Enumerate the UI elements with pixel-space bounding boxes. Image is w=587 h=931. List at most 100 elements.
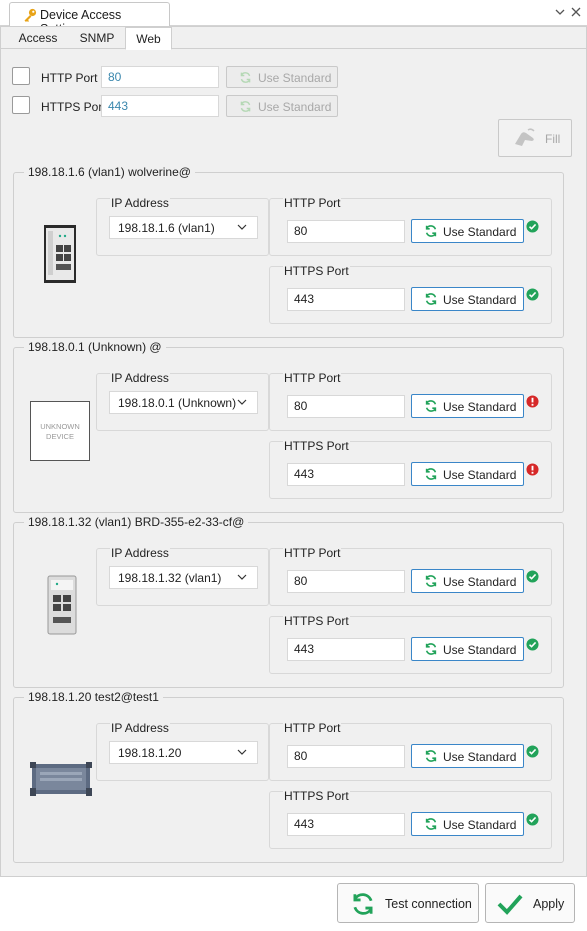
settings-panel: Access SNMP Web HTTP Port 80 Use Standar… xyxy=(0,26,587,877)
tab-snmp[interactable]: SNMP xyxy=(67,27,127,49)
https-use-standard-button[interactable]: Use Standard xyxy=(411,287,524,311)
rugged-router-icon xyxy=(30,762,92,796)
device-title: 198.18.1.32 (vlan1) BRD-355-e2-33-cf@ xyxy=(24,515,249,529)
https-port-label: HTTPS Port xyxy=(283,789,350,803)
device-group: 198.18.1.6 (vlan1) wolverine@ IP Address… xyxy=(13,165,564,338)
https-port-checkbox[interactable] xyxy=(12,96,30,114)
ip-address-box: IP Address 198.18.0.1 (Unknown) xyxy=(96,371,269,431)
test-connection-button[interactable]: Test connection xyxy=(337,883,479,923)
tab-strip: Access SNMP Web xyxy=(1,27,586,50)
ip-address-label: IP Address xyxy=(110,371,170,385)
https-port-input[interactable]: 443 xyxy=(101,95,219,117)
check-ok-icon xyxy=(526,570,539,583)
https-port-label: HTTPS Port xyxy=(283,614,350,628)
https-port-label: HTTPS Port xyxy=(283,439,350,453)
http-port-label: HTTP Port xyxy=(41,71,98,85)
https-use-standard-button[interactable]: Use Standard xyxy=(411,637,524,661)
ip-address-value: 198.18.1.6 (vlan1) xyxy=(118,221,215,235)
fill-label: Fill xyxy=(545,132,561,146)
ip-address-select[interactable]: 198.18.0.1 (Unknown) xyxy=(109,391,258,414)
use-standard-label: Use Standard xyxy=(443,575,517,589)
refresh-icon xyxy=(425,750,437,762)
ip-address-select[interactable]: 198.18.1.6 (vlan1) xyxy=(109,216,258,239)
https-use-standard-button[interactable]: Use Standard xyxy=(411,812,524,836)
http-use-standard-button[interactable]: Use Standard xyxy=(411,744,524,768)
ip-address-select[interactable]: 198.18.1.32 (vlan1) xyxy=(109,566,258,589)
https-port-box: HTTPS Port 443 Use Standard xyxy=(269,789,552,849)
router-dinrail-icon xyxy=(47,575,77,635)
ip-address-value: 198.18.1.32 (vlan1) xyxy=(118,571,222,585)
use-standard-label: Use Standard xyxy=(443,750,517,764)
use-standard-label: Use Standard xyxy=(443,400,517,414)
switch-dinrail-icon xyxy=(44,225,76,283)
refresh-icon xyxy=(425,818,437,830)
chevron-down-icon[interactable] xyxy=(553,5,567,19)
check-ok-icon xyxy=(526,288,539,301)
ip-address-box: IP Address 198.18.1.20 xyxy=(96,721,269,781)
error-icon xyxy=(526,463,539,476)
chevron-down-icon xyxy=(237,574,247,580)
use-standard-label: Use Standard xyxy=(258,100,332,114)
device-group: 198.18.1.32 (vlan1) BRD-355-e2-33-cf@ IP… xyxy=(13,515,564,688)
apply-label: Apply xyxy=(533,897,565,911)
ip-address-label: IP Address xyxy=(110,721,170,735)
use-standard-label: Use Standard xyxy=(443,643,517,657)
http-port-input[interactable]: 80 xyxy=(287,570,405,593)
ip-address-select[interactable]: 198.18.1.20 xyxy=(109,741,258,764)
device-group: 198.18.1.20 test2@test1 IP Address 198.1… xyxy=(13,690,564,863)
https-port-input[interactable]: 443 xyxy=(287,463,405,486)
http-port-input[interactable]: 80 xyxy=(287,395,405,418)
http-port-box: HTTP Port 80 Use Standard xyxy=(269,721,552,781)
http-port-checkbox[interactable] xyxy=(12,67,30,85)
test-connection-label: Test connection xyxy=(385,897,472,911)
https-use-standard-button[interactable]: Use Standard xyxy=(226,95,338,117)
refresh-icon xyxy=(425,293,437,305)
device-title: 198.18.0.1 (Unknown) @ xyxy=(24,340,166,354)
tab-access-label: Access xyxy=(18,31,58,45)
http-port-input[interactable]: 80 xyxy=(287,745,405,768)
https-port-label: HTTPS Port xyxy=(41,100,106,114)
chevron-down-icon xyxy=(237,749,247,755)
https-use-standard-button[interactable]: Use Standard xyxy=(411,462,524,486)
refresh-icon xyxy=(425,575,437,587)
https-port-input[interactable]: 443 xyxy=(287,288,405,311)
device-title: 198.18.1.6 (vlan1) wolverine@ xyxy=(24,165,195,179)
http-use-standard-button[interactable]: Use Standard xyxy=(226,66,338,88)
apply-button[interactable]: Apply xyxy=(485,883,575,923)
refresh-icon xyxy=(425,468,437,480)
http-use-standard-button[interactable]: Use Standard xyxy=(411,569,524,593)
https-port-input[interactable]: 443 xyxy=(287,638,405,661)
device-text: DEVICE xyxy=(46,432,74,441)
tab-web[interactable]: Web xyxy=(125,27,172,50)
ip-address-box: IP Address 198.18.1.6 (vlan1) xyxy=(96,196,269,256)
http-port-box: HTTP Port 80 Use Standard xyxy=(269,371,552,431)
https-port-box: HTTPS Port 443 Use Standard xyxy=(269,439,552,499)
device-title: 198.18.1.20 test2@test1 xyxy=(24,690,163,704)
document-tab[interactable]: Device Access Settings xyxy=(9,2,170,36)
http-port-input[interactable]: 80 xyxy=(287,220,405,243)
https-port-input[interactable]: 443 xyxy=(287,813,405,836)
footer-bar: Test connection Apply xyxy=(0,877,587,931)
http-port-label: HTTP Port xyxy=(283,371,342,385)
http-use-standard-button[interactable]: Use Standard xyxy=(411,394,524,418)
ip-address-box: IP Address 198.18.1.32 (vlan1) xyxy=(96,546,269,606)
http-port-label: HTTP Port xyxy=(283,546,342,560)
unknown-device-icon: UNKNOWN DEVICE xyxy=(30,401,90,461)
https-port-label: HTTPS Port xyxy=(283,264,350,278)
checkmark-icon xyxy=(497,894,523,915)
http-use-standard-button[interactable]: Use Standard xyxy=(411,219,524,243)
chevron-down-icon xyxy=(237,399,247,405)
use-standard-label: Use Standard xyxy=(258,71,332,85)
close-icon[interactable] xyxy=(569,5,583,19)
refresh-icon xyxy=(425,400,437,412)
tab-access[interactable]: Access xyxy=(9,27,67,49)
check-ok-icon xyxy=(526,220,539,233)
ip-address-value: 198.18.0.1 (Unknown) xyxy=(118,396,237,410)
http-port-box: HTTP Port 80 Use Standard xyxy=(269,196,552,256)
device-group: 198.18.0.1 (Unknown) @ UNKNOWN DEVICE IP… xyxy=(13,340,564,513)
http-port-input[interactable]: 80 xyxy=(101,66,219,88)
key-icon xyxy=(24,8,37,22)
http-port-label: HTTP Port xyxy=(283,196,342,210)
fill-button[interactable]: Fill xyxy=(498,119,572,157)
ip-address-value: 198.18.1.20 xyxy=(118,746,182,760)
